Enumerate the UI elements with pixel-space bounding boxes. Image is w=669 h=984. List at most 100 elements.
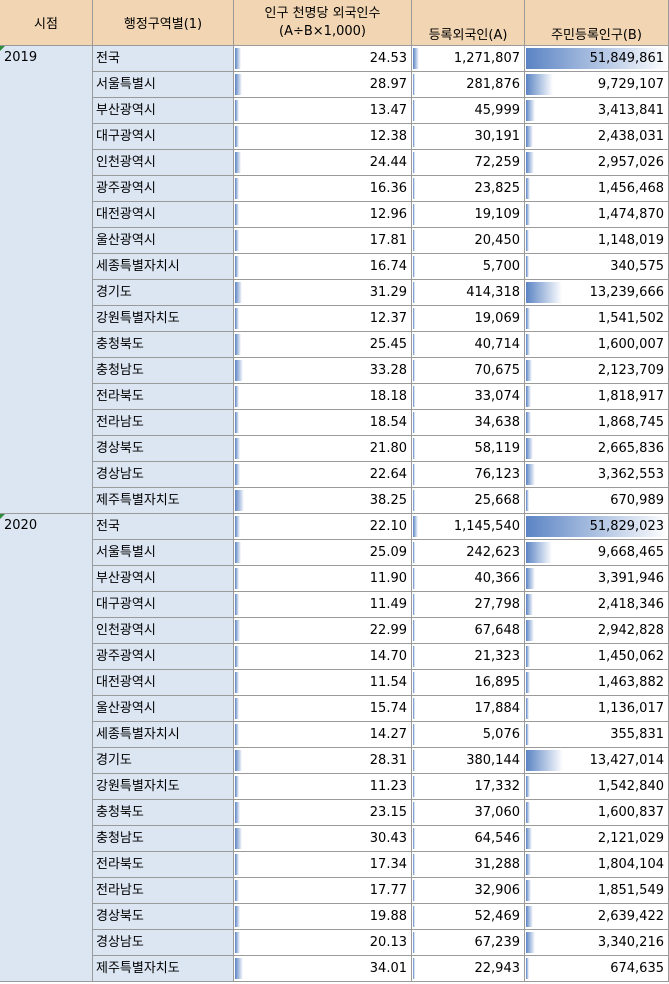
foreigners-cell[interactable]: 52,469 [412,904,525,930]
population-cell[interactable]: 2,121,029 [525,826,669,852]
population-cell[interactable]: 3,391,946 [525,566,669,592]
foreigners-cell[interactable]: 58,119 [412,436,525,462]
population-cell[interactable]: 9,668,465 [525,540,669,566]
population-cell[interactable]: 13,427,014 [525,748,669,774]
ratio-cell[interactable]: 24.44 [234,150,412,176]
ratio-cell[interactable]: 17.77 [234,878,412,904]
population-cell[interactable]: 1,450,062 [525,644,669,670]
foreigners-cell[interactable]: 17,884 [412,696,525,722]
ratio-cell[interactable]: 12.37 [234,306,412,332]
foreigners-cell[interactable]: 414,318 [412,280,525,306]
ratio-cell[interactable]: 14.70 [234,644,412,670]
population-cell[interactable]: 674,635 [525,956,669,982]
population-cell[interactable]: 2,418,346 [525,592,669,618]
foreigners-cell[interactable]: 40,714 [412,332,525,358]
population-cell[interactable]: 1,600,007 [525,332,669,358]
region-cell[interactable]: 부산광역시 [93,98,234,124]
region-cell[interactable]: 서울특별시 [93,72,234,98]
ratio-cell[interactable]: 28.97 [234,72,412,98]
ratio-cell[interactable]: 21.80 [234,436,412,462]
foreigners-cell[interactable]: 23,825 [412,176,525,202]
region-cell[interactable]: 경기도 [93,280,234,306]
region-cell[interactable]: 전국 [93,46,234,72]
region-cell[interactable]: 서울특별시 [93,540,234,566]
period-cell[interactable]: 2019 [0,46,93,514]
population-cell[interactable]: 51,829,023 [525,514,669,540]
foreigners-cell[interactable]: 34,638 [412,410,525,436]
population-cell[interactable]: 1,136,017 [525,696,669,722]
foreigners-cell[interactable]: 64,546 [412,826,525,852]
population-cell[interactable]: 2,639,422 [525,904,669,930]
ratio-cell[interactable]: 19.88 [234,904,412,930]
region-cell[interactable]: 경상북도 [93,436,234,462]
ratio-cell[interactable]: 28.31 [234,748,412,774]
foreigners-cell[interactable]: 31,288 [412,852,525,878]
ratio-cell[interactable]: 23.15 [234,800,412,826]
region-cell[interactable]: 경기도 [93,748,234,774]
foreigners-cell[interactable]: 21,323 [412,644,525,670]
population-cell[interactable]: 3,413,841 [525,98,669,124]
region-cell[interactable]: 세종특별자치시 [93,254,234,280]
header-population[interactable]: 주민등록인구(B) [525,0,669,46]
ratio-cell[interactable]: 11.54 [234,670,412,696]
region-cell[interactable]: 대전광역시 [93,202,234,228]
region-cell[interactable]: 경상남도 [93,930,234,956]
foreigners-cell[interactable]: 19,109 [412,202,525,228]
ratio-cell[interactable]: 12.38 [234,124,412,150]
foreigners-cell[interactable]: 30,191 [412,124,525,150]
header-region[interactable]: 행정구역별(1) [93,0,234,46]
ratio-cell[interactable]: 22.10 [234,514,412,540]
foreigners-cell[interactable]: 25,668 [412,488,525,514]
foreigners-cell[interactable]: 33,074 [412,384,525,410]
foreigners-cell[interactable]: 32,906 [412,878,525,904]
foreigners-cell[interactable]: 19,069 [412,306,525,332]
ratio-cell[interactable]: 11.23 [234,774,412,800]
ratio-cell[interactable]: 11.49 [234,592,412,618]
population-cell[interactable]: 1,463,882 [525,670,669,696]
population-cell[interactable]: 1,474,870 [525,202,669,228]
ratio-cell[interactable]: 11.90 [234,566,412,592]
population-cell[interactable]: 1,818,917 [525,384,669,410]
region-cell[interactable]: 울산광역시 [93,228,234,254]
ratio-cell[interactable]: 31.29 [234,280,412,306]
population-cell[interactable]: 1,456,468 [525,176,669,202]
foreigners-cell[interactable]: 67,239 [412,930,525,956]
region-cell[interactable]: 대구광역시 [93,592,234,618]
region-cell[interactable]: 제주특별자치도 [93,488,234,514]
foreigners-cell[interactable]: 76,123 [412,462,525,488]
region-cell[interactable]: 울산광역시 [93,696,234,722]
population-cell[interactable]: 1,804,104 [525,852,669,878]
population-cell[interactable]: 2,942,828 [525,618,669,644]
region-cell[interactable]: 전국 [93,514,234,540]
population-cell[interactable]: 2,665,836 [525,436,669,462]
foreigners-cell[interactable]: 242,623 [412,540,525,566]
population-cell[interactable]: 670,989 [525,488,669,514]
ratio-cell[interactable]: 12.96 [234,202,412,228]
foreigners-cell[interactable]: 16,895 [412,670,525,696]
header-ratio[interactable]: 인구 천명당 외국인수 (A÷B×1,000) [234,0,412,46]
region-cell[interactable]: 충청북도 [93,332,234,358]
foreigners-cell[interactable]: 70,675 [412,358,525,384]
region-cell[interactable]: 대구광역시 [93,124,234,150]
region-cell[interactable]: 전라북도 [93,852,234,878]
region-cell[interactable]: 전라남도 [93,410,234,436]
header-foreigners[interactable]: 등록외국인(A) [412,0,525,46]
ratio-cell[interactable]: 16.36 [234,176,412,202]
ratio-cell[interactable]: 22.99 [234,618,412,644]
foreigners-cell[interactable]: 20,450 [412,228,525,254]
ratio-cell[interactable]: 18.18 [234,384,412,410]
ratio-cell[interactable]: 13.47 [234,98,412,124]
population-cell[interactable]: 2,957,026 [525,150,669,176]
region-cell[interactable]: 강원특별자치도 [93,774,234,800]
population-cell[interactable]: 3,362,553 [525,462,669,488]
period-cell[interactable]: 2020 [0,514,93,982]
ratio-cell[interactable]: 15.74 [234,696,412,722]
region-cell[interactable]: 대전광역시 [93,670,234,696]
ratio-cell[interactable]: 17.34 [234,852,412,878]
ratio-cell[interactable]: 18.54 [234,410,412,436]
foreigners-cell[interactable]: 5,700 [412,254,525,280]
foreigners-cell[interactable]: 1,271,807 [412,46,525,72]
population-cell[interactable]: 3,340,216 [525,930,669,956]
region-cell[interactable]: 광주광역시 [93,644,234,670]
ratio-cell[interactable]: 24.53 [234,46,412,72]
